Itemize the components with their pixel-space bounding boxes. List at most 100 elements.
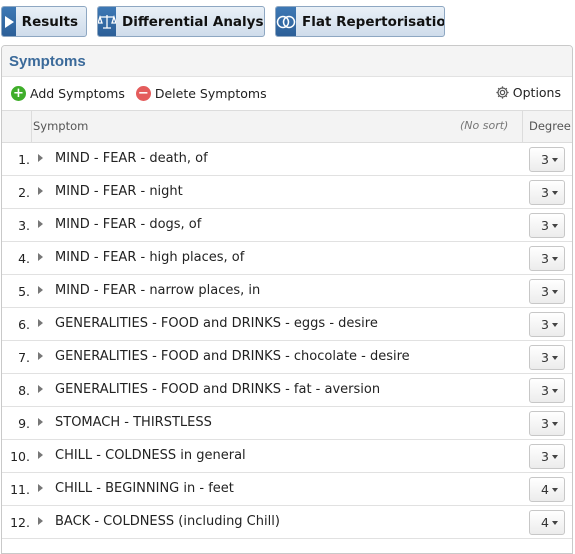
table-row[interactable]: 8. GENERALITIES - FOOD and DRINKS - fat -… <box>2 374 572 407</box>
delete-symptoms-label: Delete Symptoms <box>154 85 267 101</box>
row-number: 8. <box>18 383 30 398</box>
degree-select[interactable]: 3 <box>529 411 565 436</box>
table-row[interactable]: 12. BACK - COLDNESS (including Chill) 4 <box>2 506 572 539</box>
row-number: 3. <box>18 218 30 233</box>
chevron-down-icon <box>552 257 558 261</box>
degree-select[interactable]: 3 <box>529 246 565 271</box>
flat-repertorisation-label: Flat Repertorisation <box>302 13 445 30</box>
actions-bar: + Add Symptoms − Delete Symptoms Options <box>2 77 572 109</box>
symptom-text: GENERALITIES - FOOD and DRINKS - chocola… <box>55 349 410 364</box>
degree-select[interactable]: 3 <box>529 279 565 304</box>
degree-value: 4 <box>541 482 549 497</box>
degree-value: 3 <box>541 251 549 266</box>
chevron-down-icon <box>552 488 558 492</box>
options-button[interactable]: Options <box>495 85 561 100</box>
degree-select[interactable]: 3 <box>529 444 565 469</box>
symptom-text: MIND - FEAR - dogs, of <box>55 217 202 232</box>
table-row[interactable]: 5. MIND - FEAR - narrow places, in 3 <box>2 275 572 308</box>
differential-analysis-button[interactable]: Differential Analysis <box>97 6 265 37</box>
row-number: 1. <box>18 152 30 167</box>
symptoms-panel: Symptoms + Add Symptoms − Delete Symptom… <box>1 45 573 554</box>
chevron-down-icon <box>552 422 558 426</box>
expand-arrow-icon[interactable] <box>38 286 43 294</box>
row-number: 4. <box>18 251 30 266</box>
degree-select[interactable]: 4 <box>529 477 565 502</box>
table-row[interactable]: 11. CHILL - BEGINNING in - feet 4 <box>2 473 572 506</box>
symptom-text: CHILL - BEGINNING in - feet <box>55 481 234 496</box>
table-row[interactable]: 1. MIND - FEAR - death, of 3 <box>2 143 572 176</box>
chevron-down-icon <box>552 191 558 195</box>
expand-arrow-icon[interactable] <box>38 451 43 459</box>
plus-icon: + <box>11 85 26 101</box>
table-row[interactable]: 4. MIND - FEAR - high places, of 3 <box>2 242 572 275</box>
expand-arrow-icon[interactable] <box>38 484 43 492</box>
scales-icon <box>98 7 116 36</box>
chevron-down-icon <box>552 455 558 459</box>
chevron-down-icon <box>552 224 558 228</box>
overlap-circles-icon <box>276 7 296 36</box>
results-button[interactable]: Results <box>1 6 87 37</box>
degree-value: 3 <box>541 350 549 365</box>
chevron-down-icon <box>552 290 558 294</box>
table-row[interactable]: 6. GENERALITIES - FOOD and DRINKS - eggs … <box>2 308 572 341</box>
number-column-header <box>2 111 32 142</box>
degree-select[interactable]: 3 <box>529 213 565 238</box>
degree-select[interactable]: 3 <box>529 312 565 337</box>
table-row[interactable]: 3. MIND - FEAR - dogs, of 3 <box>2 209 572 242</box>
expand-arrow-icon[interactable] <box>38 253 43 261</box>
expand-arrow-icon[interactable] <box>38 352 43 360</box>
table-row[interactable]: 7. GENERALITIES - FOOD and DRINKS - choco… <box>2 341 572 374</box>
expand-arrow-icon[interactable] <box>38 418 43 426</box>
row-number: 2. <box>18 185 30 200</box>
degree-value: 3 <box>541 218 549 233</box>
symptom-text: GENERALITIES - FOOD and DRINKS - eggs - … <box>55 316 378 331</box>
expand-arrow-icon[interactable] <box>38 187 43 195</box>
degree-value: 3 <box>541 185 549 200</box>
chevron-down-icon <box>552 521 558 525</box>
minus-icon: − <box>135 85 151 101</box>
expand-arrow-icon[interactable] <box>38 385 43 393</box>
degree-value: 3 <box>541 284 549 299</box>
degree-select[interactable]: 3 <box>529 180 565 205</box>
row-number: 11. <box>10 482 30 497</box>
row-number: 5. <box>18 284 30 299</box>
degree-value: 3 <box>541 317 549 332</box>
symptom-text: CHILL - COLDNESS in general <box>55 448 246 463</box>
degree-select[interactable]: 3 <box>529 378 565 403</box>
degree-select[interactable]: 4 <box>529 510 565 535</box>
row-number: 7. <box>18 350 30 365</box>
table-row[interactable]: 2. MIND - FEAR - night 3 <box>2 176 572 209</box>
top-toolbar: Results Differential Analysis Flat Reper… <box>0 0 575 42</box>
row-number: 9. <box>18 416 30 431</box>
sort-indicator: (No sort) <box>460 119 509 132</box>
symptom-text: STOMACH - THIRSTLESS <box>55 415 212 430</box>
table-header: Symptom (No sort) Degree <box>2 110 572 143</box>
chevron-down-icon <box>552 323 558 327</box>
table-row[interactable]: 10. CHILL - COLDNESS in general 3 <box>2 440 572 473</box>
expand-arrow-icon[interactable] <box>38 319 43 327</box>
degree-value: 3 <box>541 449 549 464</box>
differential-analysis-label: Differential Analysis <box>122 13 265 30</box>
results-label: Results <box>21 13 78 30</box>
symptom-text: GENERALITIES - FOOD and DRINKS - fat - a… <box>55 382 381 397</box>
delete-symptoms-button[interactable]: − Delete Symptoms <box>135 85 267 101</box>
degree-select[interactable]: 3 <box>529 147 565 172</box>
gear-icon <box>496 86 509 99</box>
symptom-text: MIND - FEAR - narrow places, in <box>55 283 261 298</box>
row-number: 12. <box>10 515 30 530</box>
add-symptoms-button[interactable]: + Add Symptoms <box>11 85 125 101</box>
chevron-down-icon <box>552 356 558 360</box>
table-row[interactable]: 9. STOMACH - THIRSTLESS 3 <box>2 407 572 440</box>
expand-arrow-icon[interactable] <box>38 220 43 228</box>
expand-arrow-icon[interactable] <box>38 517 43 525</box>
symptom-text: MIND - FEAR - high places, of <box>55 250 245 265</box>
degree-select[interactable]: 3 <box>529 345 565 370</box>
degree-value: 3 <box>541 152 549 167</box>
symptom-column-header[interactable]: Symptom <box>33 119 88 133</box>
panel-header: Symptoms <box>2 46 572 77</box>
flat-repertorisation-button[interactable]: Flat Repertorisation <box>275 6 445 37</box>
expand-arrow-icon[interactable] <box>38 154 43 162</box>
degree-column-header[interactable]: Degree <box>522 111 572 142</box>
play-icon <box>2 7 16 36</box>
symptom-text: MIND - FEAR - death, of <box>55 151 208 166</box>
